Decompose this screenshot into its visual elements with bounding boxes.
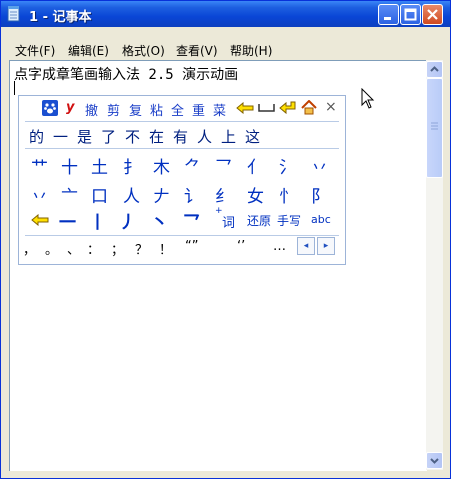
minimize-button[interactable] bbox=[378, 4, 399, 25]
divider bbox=[25, 235, 339, 236]
grip-icon bbox=[431, 122, 438, 130]
punct-key[interactable]: ， bbox=[23, 239, 36, 258]
notepad-app-icon bbox=[7, 6, 20, 22]
maximize-icon bbox=[404, 8, 417, 21]
stroke-key[interactable]: 艹 bbox=[31, 153, 48, 178]
maximize-button[interactable] bbox=[400, 4, 421, 25]
punct-key[interactable]: ； bbox=[111, 239, 124, 258]
stroke-key[interactable]: 纟 bbox=[215, 182, 232, 207]
text-caret bbox=[14, 81, 15, 95]
stroke-key[interactable]: 讠 bbox=[184, 182, 201, 207]
punct-key[interactable]: ！ bbox=[159, 239, 172, 258]
stroke-key[interactable]: 亠 bbox=[61, 182, 78, 207]
y-logo[interactable]: y bbox=[66, 100, 74, 115]
candidate-5[interactable]: 不 bbox=[125, 126, 140, 147]
scroll-down-button[interactable] bbox=[426, 452, 443, 469]
ime-toolbar: y 撤 剪 复 粘 全 重 菜 × bbox=[19, 96, 345, 120]
stroke-key[interactable]: 氵 bbox=[279, 153, 296, 178]
editor-text: 点字成章笔画输入法 2.5 演示动画 bbox=[14, 67, 239, 83]
paste-button[interactable]: 粘 bbox=[150, 100, 163, 119]
stroke-key[interactable]: 扌 bbox=[123, 153, 140, 178]
stroke-turning[interactable]: 乛 bbox=[183, 208, 200, 233]
title-bar[interactable]: 1 - 记事本 bbox=[1, 1, 450, 27]
stroke-key[interactable]: 亻 bbox=[247, 153, 264, 178]
menu-button[interactable]: 菜 bbox=[213, 100, 226, 119]
menu-view[interactable]: 查看(V) bbox=[176, 42, 218, 59]
menu-format[interactable]: 格式(O) bbox=[122, 42, 165, 59]
paw-icon[interactable] bbox=[42, 100, 58, 116]
undo-button[interactable]: 撤 bbox=[85, 100, 98, 119]
close-icon bbox=[427, 9, 438, 20]
stroke-key[interactable]: 人 bbox=[123, 182, 140, 207]
copy-button[interactable]: 复 bbox=[129, 100, 142, 119]
divider bbox=[25, 148, 339, 149]
stroke-horizontal[interactable]: 一 bbox=[59, 208, 76, 233]
stroke-key[interactable]: 丷 bbox=[31, 182, 48, 207]
candidate-2[interactable]: 一 bbox=[53, 126, 68, 147]
redo-button[interactable]: 重 bbox=[192, 100, 205, 119]
candidate-4[interactable]: 了 bbox=[101, 126, 116, 147]
stroke-key[interactable]: 忄 bbox=[279, 182, 296, 207]
stroke-key[interactable]: 十 bbox=[61, 153, 78, 178]
candidate-8[interactable]: 人 bbox=[197, 126, 212, 147]
punct-key[interactable]: ： bbox=[87, 239, 100, 258]
scroll-up-button[interactable] bbox=[426, 61, 443, 78]
candidate-6[interactable]: 在 bbox=[149, 126, 164, 147]
punct-key[interactable]: “” bbox=[185, 239, 198, 254]
select-all-button[interactable]: 全 bbox=[171, 100, 184, 119]
punct-key[interactable]: 。 bbox=[45, 239, 58, 258]
punct-key[interactable]: ‘’ bbox=[237, 239, 245, 254]
menu-help[interactable]: 帮助(H) bbox=[230, 42, 272, 59]
punct-key[interactable]: ？ bbox=[135, 239, 148, 258]
restore-button[interactable]: 还原 bbox=[247, 212, 271, 229]
punct-key[interactable]: 、 bbox=[67, 239, 80, 258]
backspace-arrow-icon[interactable] bbox=[236, 102, 254, 114]
menu-file[interactable]: 文件(F) bbox=[15, 42, 55, 59]
candidate-7[interactable]: 有 bbox=[173, 126, 188, 147]
vertical-scrollbar[interactable] bbox=[426, 60, 443, 470]
candidate-3[interactable]: 是 bbox=[77, 126, 92, 147]
word-button[interactable]: 词 bbox=[222, 212, 235, 231]
prev-page-button[interactable]: ◂ bbox=[297, 237, 315, 255]
stroke-key[interactable]: 丷 bbox=[311, 153, 328, 178]
handwrite-button[interactable]: 手写 bbox=[277, 212, 301, 229]
stroke-key[interactable]: 土 bbox=[91, 153, 108, 178]
mouse-cursor-icon bbox=[361, 88, 375, 109]
candidate-9[interactable]: 上 bbox=[221, 126, 236, 147]
divider bbox=[25, 121, 339, 122]
chevron-down-icon bbox=[430, 458, 439, 464]
space-icon[interactable] bbox=[258, 103, 275, 113]
enter-icon[interactable] bbox=[279, 101, 297, 115]
stroke-dot[interactable]: 丶 bbox=[151, 208, 168, 233]
candidate-1[interactable]: 的 bbox=[29, 126, 44, 147]
candidate-10[interactable]: 这 bbox=[245, 126, 260, 147]
chevron-right-icon: ▸ bbox=[323, 241, 329, 251]
punct-key[interactable]: … bbox=[273, 239, 286, 254]
chevron-up-icon bbox=[430, 66, 439, 72]
menu-bar: 文件(F) 编辑(E) 格式(O) 查看(V) 帮助(H) bbox=[1, 39, 450, 59]
scroll-thumb[interactable] bbox=[426, 78, 443, 178]
next-page-button[interactable]: ▸ bbox=[317, 237, 335, 255]
stroke-key[interactable]: 阝 bbox=[311, 182, 328, 207]
chevron-left-icon: ◂ bbox=[303, 241, 309, 251]
home-icon[interactable] bbox=[301, 100, 317, 115]
abc-button[interactable]: abc bbox=[311, 213, 331, 226]
ime-close-icon[interactable]: × bbox=[325, 99, 337, 115]
window-title: 1 - 记事本 bbox=[29, 10, 92, 25]
stroke-key[interactable]: ⺈ bbox=[184, 153, 201, 178]
cut-button[interactable]: 剪 bbox=[107, 100, 120, 119]
stroke-key[interactable]: 口 bbox=[91, 182, 108, 207]
ime-panel: y 撤 剪 复 粘 全 重 菜 × 的 一 是 了 不 在 有 人 上 这 艹 … bbox=[18, 95, 346, 265]
stroke-left-falling[interactable]: 丿 bbox=[119, 208, 136, 233]
stroke-vertical[interactable]: 丨 bbox=[89, 208, 106, 233]
close-button[interactable] bbox=[422, 4, 443, 25]
stroke-key[interactable]: 乛 bbox=[215, 153, 232, 178]
menu-edit[interactable]: 编辑(E) bbox=[68, 42, 109, 59]
minimize-icon bbox=[384, 17, 391, 20]
stroke-key[interactable]: 木 bbox=[153, 153, 170, 178]
backspace-arrow-icon[interactable] bbox=[31, 214, 49, 226]
stroke-key[interactable]: 𠂇 bbox=[153, 182, 170, 207]
stroke-key[interactable]: 女 bbox=[247, 182, 264, 207]
